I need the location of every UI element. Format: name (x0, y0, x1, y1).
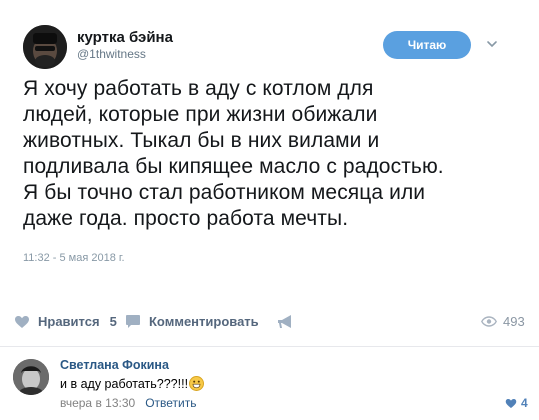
like-button[interactable]: Нравится 5 (14, 314, 117, 329)
tweet-author-name[interactable]: куртка бэйна (77, 29, 173, 46)
comment-like-count: 4 (521, 396, 528, 410)
avatar-image (13, 359, 49, 395)
comment-label: Комментировать (149, 314, 259, 329)
comment-icon (126, 315, 140, 328)
like-label: Нравится (38, 314, 100, 329)
follow-button[interactable]: Читаю (383, 31, 471, 59)
megaphone-icon (278, 315, 291, 328)
comment-time[interactable]: вчера в 13:30 (60, 396, 135, 410)
tweet-author-handle[interactable]: @1thwitness (77, 47, 146, 61)
views-count: 493 (503, 314, 525, 329)
embedded-tweet: куртка бэйна @1thwitness Читаю Я хочу ра… (0, 0, 539, 290)
tweet-text-line: Я бы точно стал работником месяца или (23, 181, 426, 204)
comment-author-name[interactable]: Светлана Фокина (60, 358, 169, 372)
eye-icon (481, 316, 497, 327)
share-button[interactable] (277, 314, 302, 330)
comment-meta: вчера в 13:30 Ответить (60, 396, 196, 410)
heart-icon (505, 398, 517, 408)
comment-button[interactable]: Комментировать (125, 314, 259, 329)
divider (0, 346, 539, 347)
comment-text: и в аду работать???!!! (60, 376, 205, 391)
avatar-image (23, 25, 67, 69)
views-counter: 493 (481, 314, 525, 329)
comment-like-button[interactable]: 4 (505, 396, 528, 410)
heart-icon (15, 315, 29, 328)
tweet-author-avatar[interactable] (23, 25, 67, 69)
tweet-text-line: животных. Тыкал бы в них вилами и (23, 129, 380, 152)
like-count: 5 (109, 314, 117, 329)
comment-author-avatar[interactable] (13, 359, 49, 395)
reply-button[interactable]: Ответить (145, 396, 196, 410)
tweet-text-line: даже года. просто работа мечты. (23, 207, 349, 230)
post-action-bar: Нравится 5 Комментировать 493 (0, 308, 539, 338)
grin-emoji-icon (189, 376, 205, 391)
tweet-text: Я хочу работать в аду с котлом для людей… (23, 76, 523, 232)
comment-text-content: и в аду работать???!!! (60, 376, 189, 391)
tweet-text-line: Я хочу работать в аду с котлом для (23, 77, 374, 100)
tweet-text-line: подливала бы кипящее масло с радостью. (23, 155, 444, 178)
tweet-text-line: людей, которые при жизни обижали (23, 103, 378, 126)
chevron-down-icon[interactable] (485, 37, 499, 51)
tweet-timestamp: 11:32 - 5 мая 2018 г. (23, 252, 125, 264)
